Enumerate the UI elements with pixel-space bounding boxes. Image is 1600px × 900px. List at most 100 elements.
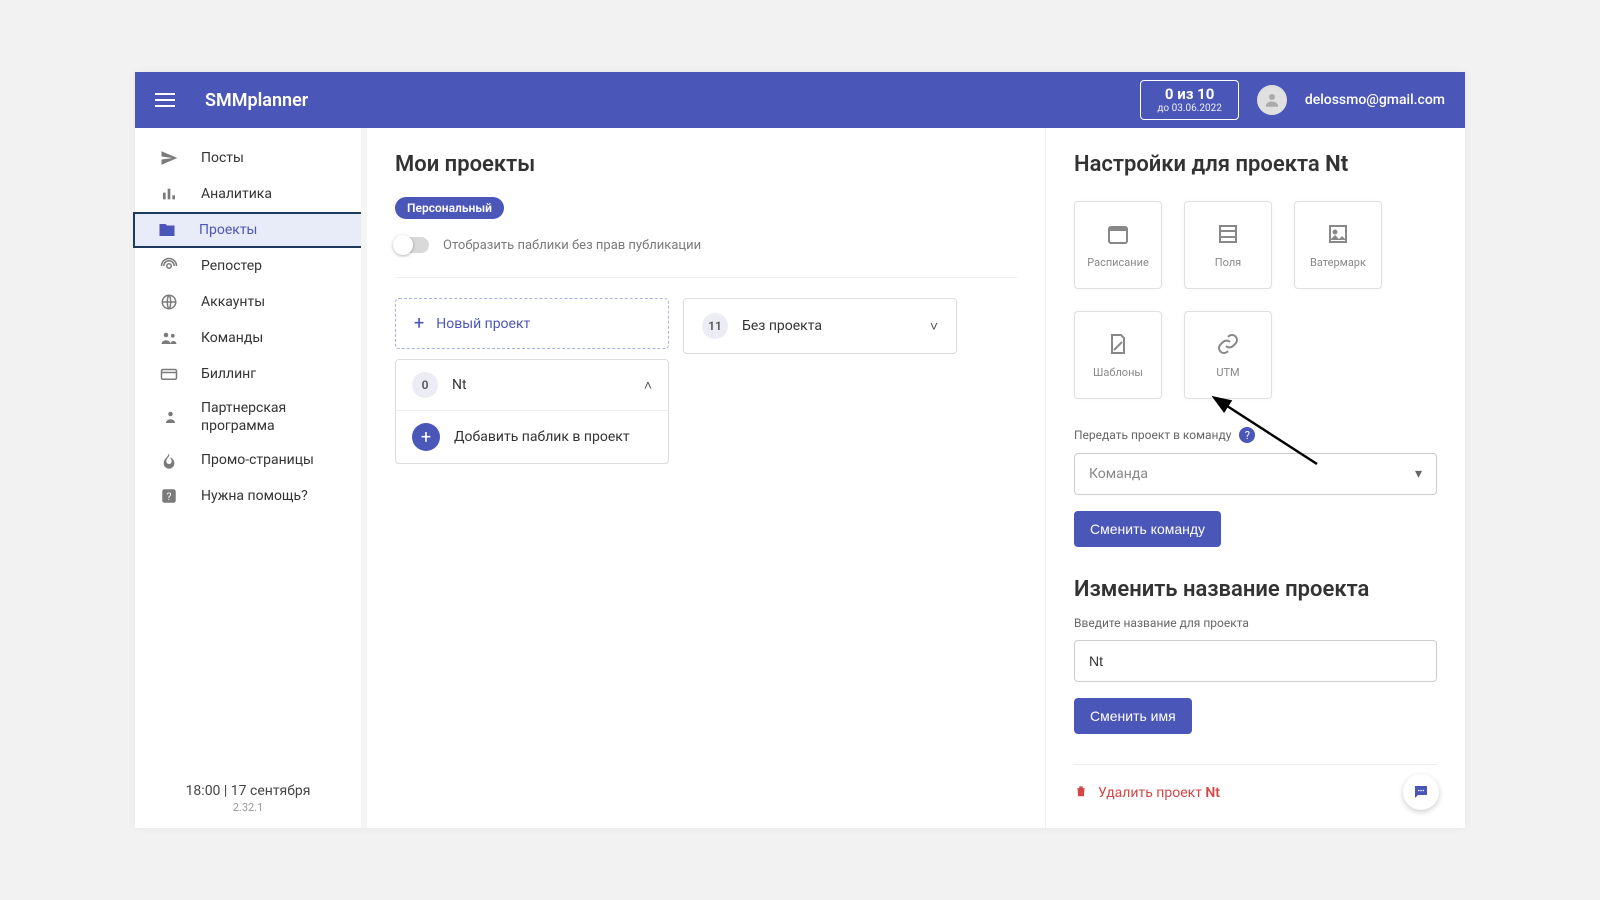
divider bbox=[1074, 764, 1437, 765]
page-title: Мои проекты bbox=[395, 152, 1017, 177]
project-name-input[interactable] bbox=[1074, 640, 1437, 682]
tile-label: Шаблоны bbox=[1093, 366, 1143, 379]
sidebar-item-posts[interactable]: Посты bbox=[135, 140, 361, 176]
toggle-label: Отобразить паблики без прав публикации bbox=[443, 238, 701, 253]
no-project-label: Без проекта bbox=[742, 318, 822, 334]
image-icon bbox=[1326, 222, 1350, 250]
tile-label: Расписание bbox=[1087, 256, 1149, 269]
trash-icon bbox=[1074, 783, 1088, 803]
sidebar-item-billing[interactable]: Биллинг bbox=[135, 356, 361, 392]
tile-fields[interactable]: Поля bbox=[1184, 201, 1272, 289]
sidebar-item-label: Репостер bbox=[201, 258, 262, 274]
tile-templates[interactable]: Шаблоны bbox=[1074, 311, 1162, 399]
app-header: SMMplanner 0 из 10 до 03.06.2022 delossm… bbox=[135, 72, 1465, 128]
no-project-count: 11 bbox=[702, 313, 728, 339]
sidebar-item-label: Команды bbox=[201, 330, 263, 346]
transfer-section: Передать проект в команду ? Команда ▾ См… bbox=[1074, 427, 1437, 547]
plus-icon: + bbox=[414, 313, 424, 334]
card-icon bbox=[159, 365, 179, 383]
svg-text:?: ? bbox=[167, 490, 172, 503]
people-icon bbox=[159, 329, 179, 347]
sidebar-item-help[interactable]: ? Нужна помощь? bbox=[135, 478, 361, 514]
settings-tiles: Расписание Поля Ватермарк Шаблоны UTM bbox=[1074, 201, 1437, 399]
settings-title: Настройки для проекта Nt bbox=[1074, 152, 1437, 177]
main-content: Мои проекты Персональный Отобразить пабл… bbox=[361, 128, 1045, 828]
question-icon: ? bbox=[159, 487, 179, 505]
sidebar-item-teams[interactable]: Команды bbox=[135, 320, 361, 356]
chat-fab[interactable] bbox=[1403, 774, 1439, 810]
sidebar-item-reposter[interactable]: Репостер bbox=[135, 248, 361, 284]
folder-icon bbox=[157, 221, 177, 239]
chevron-up-icon: ˄ bbox=[644, 377, 652, 394]
globe-icon bbox=[159, 293, 179, 311]
add-public-button[interactable]: + Добавить паблик в проект bbox=[396, 411, 668, 463]
avatar[interactable] bbox=[1257, 85, 1287, 115]
rename-section: Изменить название проекта Введите назван… bbox=[1074, 577, 1437, 734]
sidebar-item-accounts[interactable]: Аккаунты bbox=[135, 284, 361, 320]
new-project-button[interactable]: + Новый проект bbox=[395, 298, 669, 349]
sidebar-item-label: Аналитика bbox=[201, 186, 272, 202]
new-project-label: Новый проект bbox=[436, 316, 530, 332]
sidebar-item-promo[interactable]: Промо-страницы bbox=[135, 442, 361, 478]
change-name-button[interactable]: Сменить имя bbox=[1074, 698, 1192, 734]
toggle-row: Отобразить паблики без прав публикации bbox=[395, 237, 1017, 253]
calendar-icon bbox=[1106, 222, 1130, 250]
quota-button[interactable]: 0 из 10 до 03.06.2022 bbox=[1140, 80, 1238, 120]
help-icon[interactable]: ? bbox=[1239, 427, 1255, 443]
chat-icon bbox=[1412, 783, 1430, 801]
divider bbox=[395, 277, 1017, 278]
quota-sub: до 03.06.2022 bbox=[1157, 103, 1221, 115]
rename-label: Введите название для проекта bbox=[1074, 616, 1437, 630]
chevron-down-icon: ˅ bbox=[930, 318, 938, 335]
project-nt-name: Nt bbox=[452, 377, 467, 393]
sidebar-item-affiliate[interactable]: Партнерская программа bbox=[135, 392, 361, 442]
flame-icon bbox=[159, 451, 179, 469]
footer-version: 2.32.1 bbox=[135, 801, 361, 814]
plus-circle-icon: + bbox=[412, 423, 440, 451]
tile-label: UTM bbox=[1216, 366, 1239, 379]
visibility-toggle[interactable] bbox=[395, 237, 429, 253]
no-project-card[interactable]: 11 Без проекта ˅ bbox=[683, 298, 957, 354]
transfer-label: Передать проект в команду bbox=[1074, 428, 1231, 442]
app-body: Посты Аналитика Проекты Репостер Аккаунт… bbox=[135, 128, 1465, 828]
bars-icon bbox=[159, 186, 179, 202]
chip-personal[interactable]: Персональный bbox=[395, 197, 504, 219]
transfer-label-row: Передать проект в команду ? bbox=[1074, 427, 1437, 443]
projects-column-b: 11 Без проекта ˅ bbox=[683, 298, 957, 354]
sidebar-item-label: Проекты bbox=[199, 222, 257, 238]
delete-label: Удалить проект Nt bbox=[1098, 785, 1220, 801]
change-team-button[interactable]: Сменить команду bbox=[1074, 511, 1221, 547]
settings-title-prefix: Настройки для проекта bbox=[1074, 152, 1325, 177]
header-right: 0 из 10 до 03.06.2022 delossmo@gmail.com bbox=[1140, 80, 1445, 120]
menu-toggle[interactable] bbox=[155, 93, 175, 107]
projects-column-a: + Новый проект 0 Nt ˄ + bbox=[395, 298, 669, 464]
brand-title: SMMplanner bbox=[205, 90, 308, 111]
fields-icon bbox=[1216, 222, 1240, 250]
sidebar: Посты Аналитика Проекты Репостер Аккаунт… bbox=[135, 128, 361, 828]
team-select[interactable]: Команда ▾ bbox=[1074, 453, 1437, 495]
settings-panel: Настройки для проекта Nt Расписание Поля… bbox=[1045, 128, 1465, 828]
tile-watermark[interactable]: Ватермарк bbox=[1294, 201, 1382, 289]
sidebar-nav: Посты Аналитика Проекты Репостер Аккаунт… bbox=[135, 128, 361, 773]
doc-icon bbox=[1106, 332, 1130, 360]
sidebar-item-projects[interactable]: Проекты bbox=[133, 212, 363, 248]
project-nt-header[interactable]: 0 Nt ˄ bbox=[396, 360, 668, 411]
user-icon bbox=[1263, 91, 1281, 109]
project-nt-count: 0 bbox=[412, 372, 438, 398]
team-placeholder: Команда bbox=[1089, 466, 1148, 482]
projects-grid: + Новый проект 0 Nt ˄ + bbox=[395, 298, 1017, 464]
add-public-label: Добавить паблик в проект bbox=[454, 429, 630, 445]
sidebar-footer: 18:00 | 17 сентября 2.32.1 bbox=[135, 773, 361, 828]
sidebar-item-analytics[interactable]: Аналитика bbox=[135, 176, 361, 212]
tile-label: Поля bbox=[1215, 256, 1241, 269]
rename-title: Изменить название проекта bbox=[1074, 577, 1437, 602]
user-email[interactable]: delossmo@gmail.com bbox=[1305, 92, 1445, 108]
settings-project-name: Nt bbox=[1325, 152, 1348, 177]
tile-schedule[interactable]: Расписание bbox=[1074, 201, 1162, 289]
paper-plane-icon bbox=[159, 149, 179, 167]
sidebar-item-label: Аккаунты bbox=[201, 294, 265, 310]
delete-project-button[interactable]: Удалить проект Nt bbox=[1074, 783, 1437, 803]
app-window: SMMplanner 0 из 10 до 03.06.2022 delossm… bbox=[135, 72, 1465, 828]
tile-utm[interactable]: UTM bbox=[1184, 311, 1272, 399]
sidebar-item-label: Нужна помощь? bbox=[201, 488, 308, 504]
